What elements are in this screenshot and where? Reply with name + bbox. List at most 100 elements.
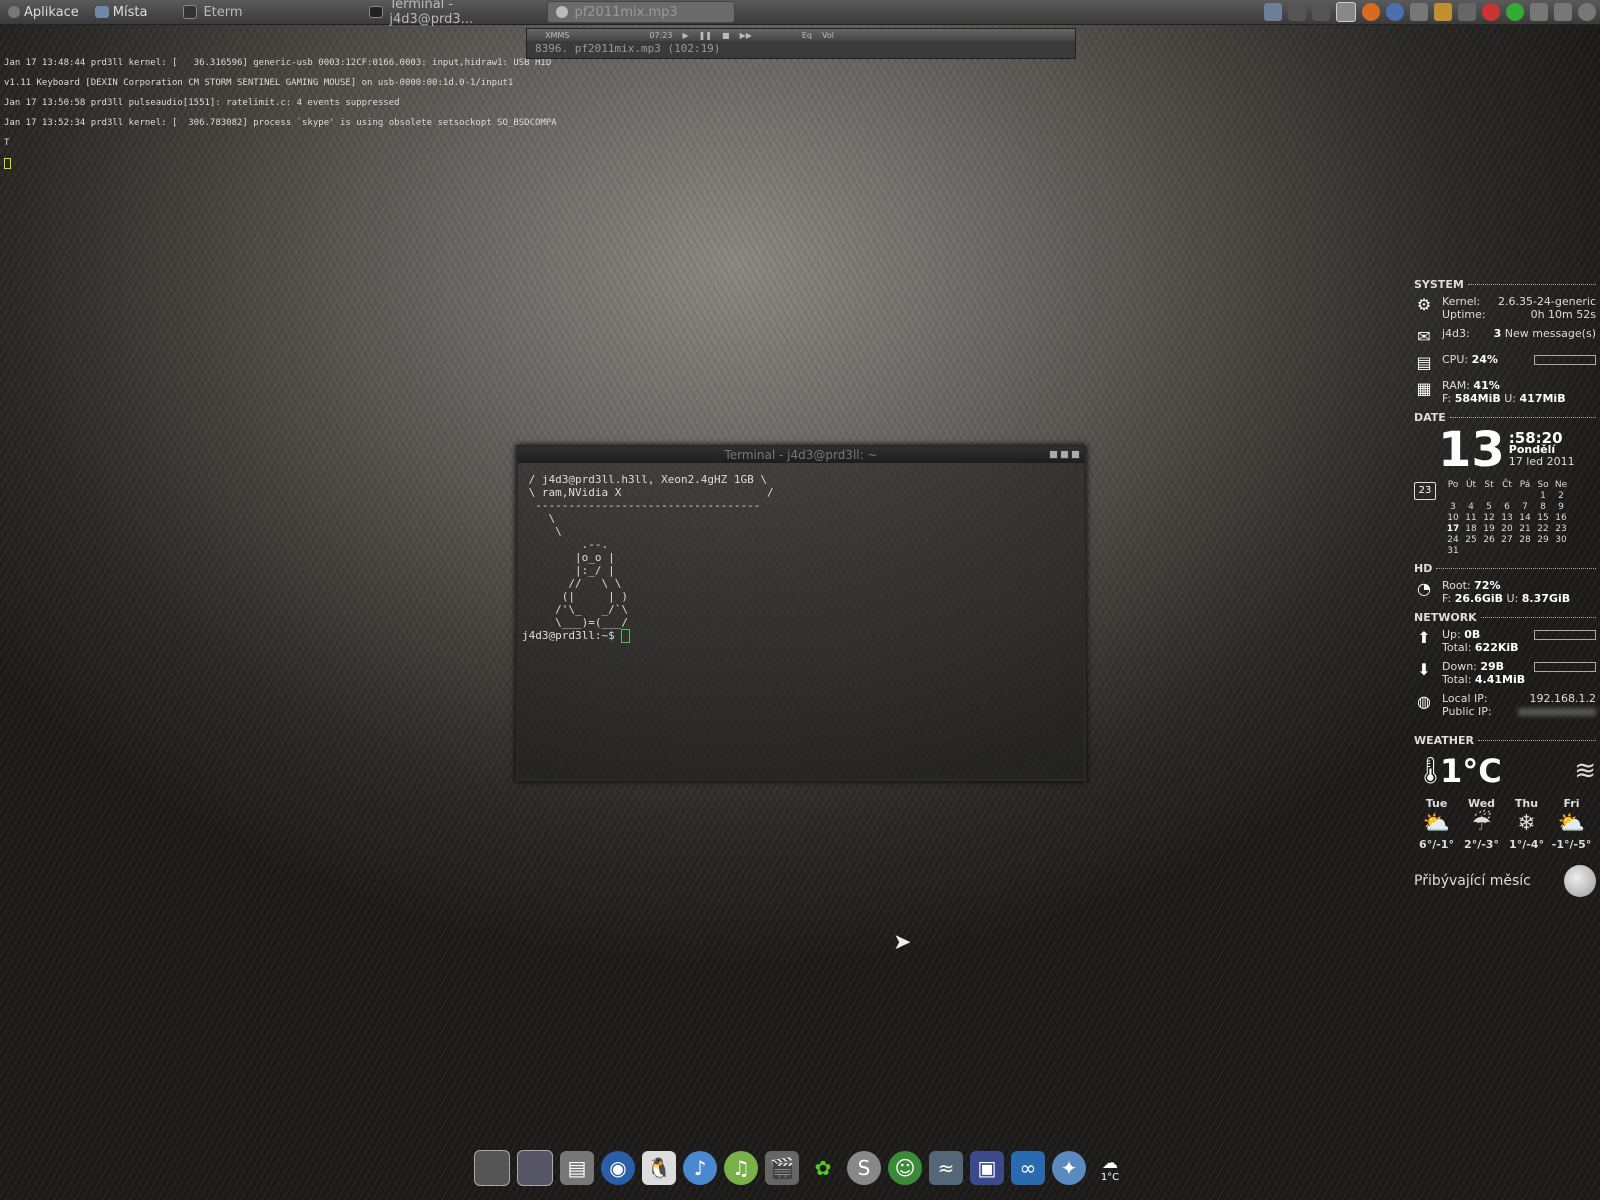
calendar-day: 27 — [1501, 535, 1513, 545]
shell-prompt-line[interactable]: j4d3@prd3ll:~$ — [522, 629, 1084, 643]
dock-messenger-icon[interactable]: ☺ — [888, 1151, 922, 1185]
system-tray — [1264, 2, 1596, 22]
dock-desktop-icon[interactable] — [517, 1150, 553, 1186]
keyboard-layout-icon[interactable] — [1312, 3, 1330, 21]
dock-files-icon[interactable]: ▤ — [560, 1151, 594, 1185]
places-menu[interactable]: Místa — [87, 0, 156, 24]
power-icon[interactable] — [1578, 3, 1596, 21]
stop-button[interactable]: ■ — [722, 31, 730, 40]
taskbar-item-terminal[interactable]: Terminal - j4d3@prd3... — [361, 0, 547, 27]
xmms-player[interactable]: XMMS 07:23 ▶ ❚❚ ■ ▶▶ Eq Vol 8396. pf2011… — [526, 28, 1076, 59]
notification-icon[interactable] — [1482, 3, 1500, 21]
dock-icq-icon[interactable]: ✿ — [806, 1151, 840, 1185]
terminal-window[interactable]: Terminal - j4d3@prd3ll: ~ / j4d3@prd3ll.… — [516, 445, 1086, 781]
up-total: 622KiB — [1474, 641, 1519, 654]
volume-icon[interactable] — [1458, 3, 1476, 21]
snow-icon: ❄ — [1517, 811, 1536, 836]
calendar-day: 12 — [1483, 513, 1495, 523]
network-arrows-icon[interactable] — [1530, 3, 1548, 21]
log-line: Jan 17 13:48:44 prd3ll kernel: [ 36.3165… — [4, 58, 552, 68]
dock-browser-icon[interactable]: ◉ — [601, 1151, 635, 1185]
hd-row: ◔ Root: 72% F: 26.6GiB U: 8.37GiB — [1414, 579, 1596, 605]
log-line: Jan 17 13:52:34 prd3ll kernel: [ 306.783… — [4, 118, 557, 128]
calendar-day: 18 — [1465, 524, 1477, 534]
terminal-titlebar[interactable]: Terminal - j4d3@prd3ll: ~ — [518, 447, 1084, 463]
minimize-button[interactable] — [1049, 450, 1058, 459]
cpu-icon: ▤ — [1416, 353, 1432, 372]
window-icon[interactable] — [1336, 2, 1356, 22]
calendar-day: 30 — [1555, 535, 1567, 545]
calendar-day: 4 — [1468, 502, 1474, 512]
dock-video-icon[interactable]: 🎬 — [765, 1151, 799, 1185]
volume-label[interactable]: Vol — [822, 31, 834, 40]
next-button[interactable]: ▶▶ — [740, 31, 752, 40]
calendar-day: 14 — [1519, 513, 1531, 523]
maximize-button[interactable] — [1060, 450, 1069, 459]
dock-link-icon[interactable]: ∞ — [1011, 1151, 1045, 1185]
partly-sunny-icon: ⛅ — [1557, 811, 1586, 836]
play-button[interactable]: ▶ — [682, 31, 688, 40]
dock-network-icon[interactable]: ≈ — [929, 1151, 963, 1185]
ram-free: 584MiB — [1454, 392, 1501, 405]
thunderbird-icon[interactable] — [1386, 3, 1404, 21]
ram-label: RAM: — [1442, 379, 1470, 392]
top-panel: Aplikace Místa Eterm Terminal - j4d3@prd… — [0, 0, 1600, 27]
up-label: Up: — [1442, 628, 1461, 641]
calendar-day — [1498, 546, 1516, 556]
firefox-icon[interactable] — [1362, 3, 1380, 21]
dock-music-icon[interactable]: ♪ — [683, 1151, 717, 1185]
display-icon[interactable] — [1264, 3, 1282, 21]
dock-media-icon[interactable]: ♫ — [724, 1151, 758, 1185]
eq-button[interactable]: Eq — [802, 31, 812, 40]
ram-row: ▦ RAM: 41% F: 584MiB U: 417MiB — [1414, 379, 1596, 405]
mail-count: 3 — [1493, 327, 1502, 340]
dock-safari-icon[interactable]: ✦ — [1052, 1151, 1086, 1185]
taskbar-item-eterm[interactable]: Eterm — [175, 2, 361, 22]
speaker-icon[interactable] — [1554, 3, 1572, 21]
forecast-temps: 1°/-4° — [1509, 838, 1544, 851]
usb-icon[interactable] — [1288, 3, 1306, 21]
dock-screenshot-icon[interactable] — [474, 1150, 510, 1186]
section-system: SYSTEM — [1414, 278, 1596, 291]
calendar-day: 2 — [1558, 491, 1564, 501]
ram-free-label: F: — [1442, 392, 1452, 405]
eterm-icon — [183, 5, 198, 19]
shell-prompt: j4d3@prd3ll:~$ — [522, 629, 622, 642]
taskbar-item-xmms[interactable]: pf2011mix.mp3 — [547, 1, 736, 23]
close-button[interactable] — [1071, 450, 1080, 459]
upload-arrow-icon: ⬆ — [1417, 628, 1431, 647]
calendar-header: St — [1484, 480, 1494, 490]
calendar-day: 21 — [1519, 524, 1531, 534]
applications-menu[interactable]: Aplikace — [0, 0, 87, 24]
forecast-day: Fri ⛅ -1°/-5° — [1549, 797, 1594, 851]
dock-skype-icon[interactable]: S — [847, 1151, 881, 1185]
calendar-day — [1552, 546, 1570, 556]
thermometer-icon: 🌡 — [1414, 756, 1448, 786]
down-total: 4.41MiB — [1474, 673, 1526, 686]
ram-used-label: U: — [1504, 392, 1517, 405]
download-arrow-icon: ⬇ — [1417, 660, 1431, 679]
ram-used: 417MiB — [1519, 392, 1566, 405]
down-label: Down: — [1442, 660, 1477, 673]
ip-row: ◍ Local IP: 192.168.1.2 Public IP: — [1414, 692, 1596, 718]
down-value: 29B — [1480, 660, 1505, 673]
dock-weather-icon[interactable]: ☁ 1°C — [1093, 1151, 1127, 1185]
section-network: NETWORK — [1414, 611, 1596, 624]
calendar-header: Út — [1465, 480, 1477, 490]
fog-icon: ≋ — [1574, 756, 1596, 786]
calendar-day — [1444, 491, 1462, 501]
kernel-label: Kernel: — [1442, 295, 1481, 308]
dock-tux-icon[interactable]: 🐧 — [642, 1151, 676, 1185]
pause-button[interactable]: ❚❚ — [699, 31, 712, 40]
dock-image-icon[interactable]: ▣ — [970, 1151, 1004, 1185]
icq-icon[interactable] — [1506, 3, 1524, 21]
dock-weather-badge: 1°C — [1100, 1172, 1120, 1183]
calendar-row: 23 Po Út St Čt Pá So Ne 1 2 3 4 5 6 7 8 9 10 11 12 13 14 15 16… — [1414, 480, 1596, 556]
ram-value: 41% — [1473, 379, 1500, 392]
taskbar-item-label: Eterm — [203, 4, 243, 20]
calendar-day: 7 — [1522, 502, 1528, 512]
forecast-day: Thu ❄ 1°/-4° — [1504, 797, 1549, 851]
section-title: SYSTEM — [1414, 278, 1464, 291]
keyboard-icon[interactable] — [1410, 3, 1428, 21]
tools-icon[interactable] — [1434, 3, 1452, 21]
